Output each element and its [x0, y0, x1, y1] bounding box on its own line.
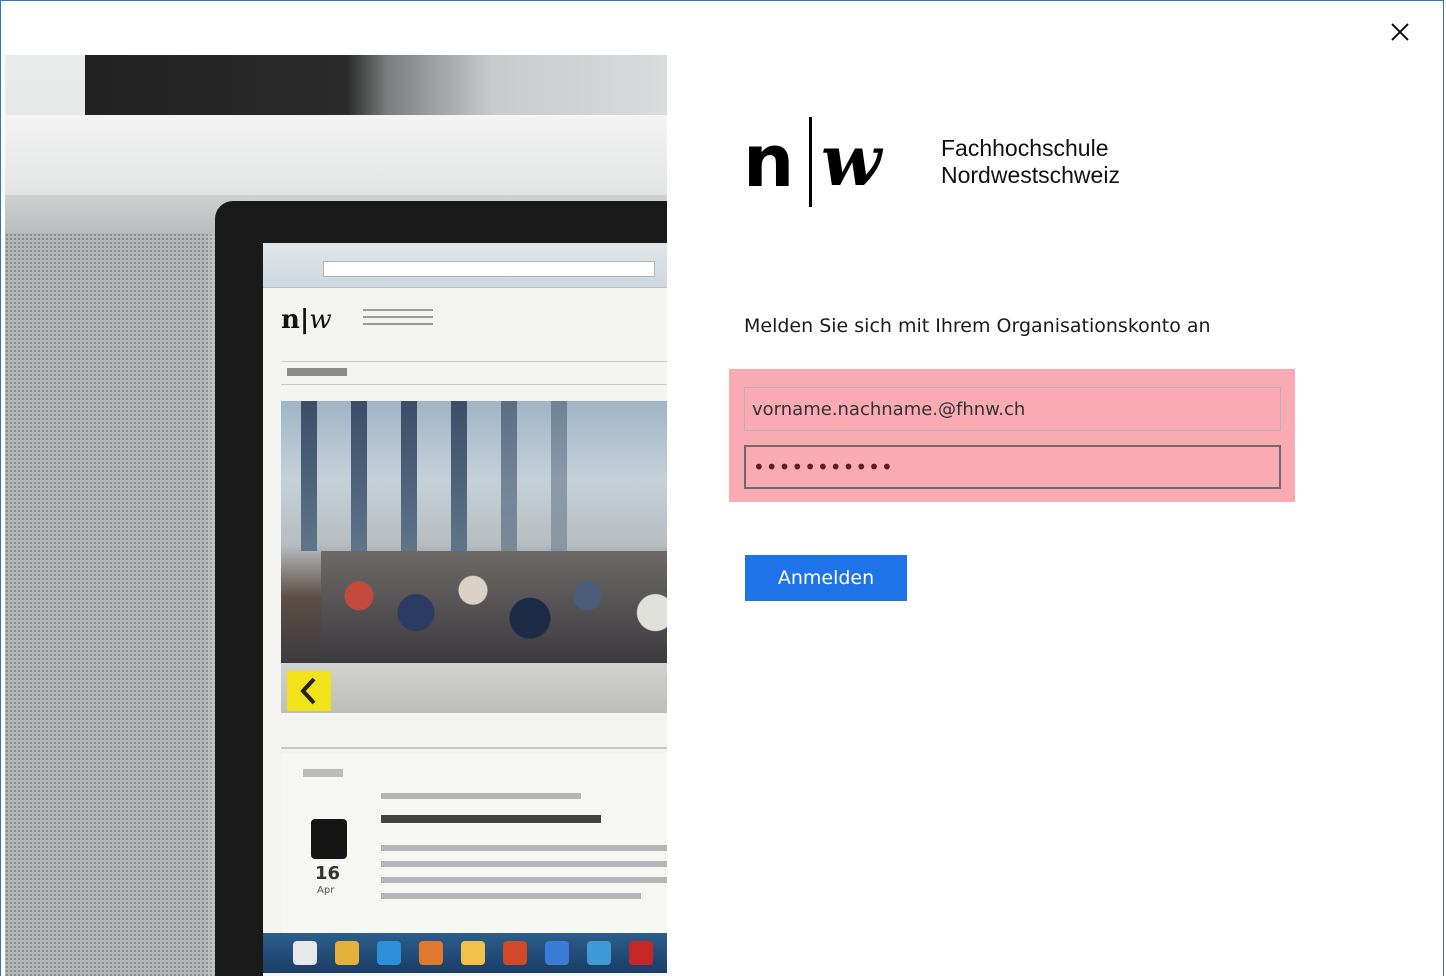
sign-in-dialog: n|w 16 Apr n w Fachhochschule Nordwestsc… [0, 0, 1444, 976]
photo-lamp [85, 55, 667, 115]
photo-mini-logo: n|w [281, 305, 332, 335]
photo-ceiling [5, 115, 667, 195]
fhnw-logo: n w Fachhochschule Nordwestschweiz [743, 117, 1163, 209]
photo-hero-image [281, 401, 667, 663]
info-icon [311, 819, 347, 859]
logo-mark-bar [809, 117, 812, 207]
photo-taskbar [263, 933, 667, 973]
photo-inside-bar [281, 361, 667, 385]
photo-slider [281, 663, 667, 713]
photo-mesh-panel [5, 233, 230, 976]
sign-in-button[interactable]: Anmelden [745, 555, 907, 601]
chevron-left-icon [287, 671, 331, 711]
logo-org-name: Fachhochschule Nordwestschweiz [941, 135, 1120, 189]
photo-browser-bar [263, 243, 667, 288]
signin-prompt: Melden Sie sich mit Ihrem Organisationsk… [744, 315, 1211, 337]
photo-monitor-screen: n|w 16 Apr [263, 243, 667, 976]
username-input[interactable] [744, 387, 1281, 431]
logo-mark-w: w [821, 119, 882, 202]
logo-org-line1: Fachhochschule [941, 135, 1109, 161]
logo-org-line2: Nordwestschweiz [941, 162, 1120, 188]
close-button[interactable] [1385, 17, 1415, 47]
illustration-photo: n|w 16 Apr [5, 55, 667, 976]
password-input[interactable] [744, 445, 1281, 489]
close-icon [1391, 23, 1409, 41]
photo-mini-logo-text [363, 309, 433, 325]
logo-mark-n: n [743, 119, 794, 203]
